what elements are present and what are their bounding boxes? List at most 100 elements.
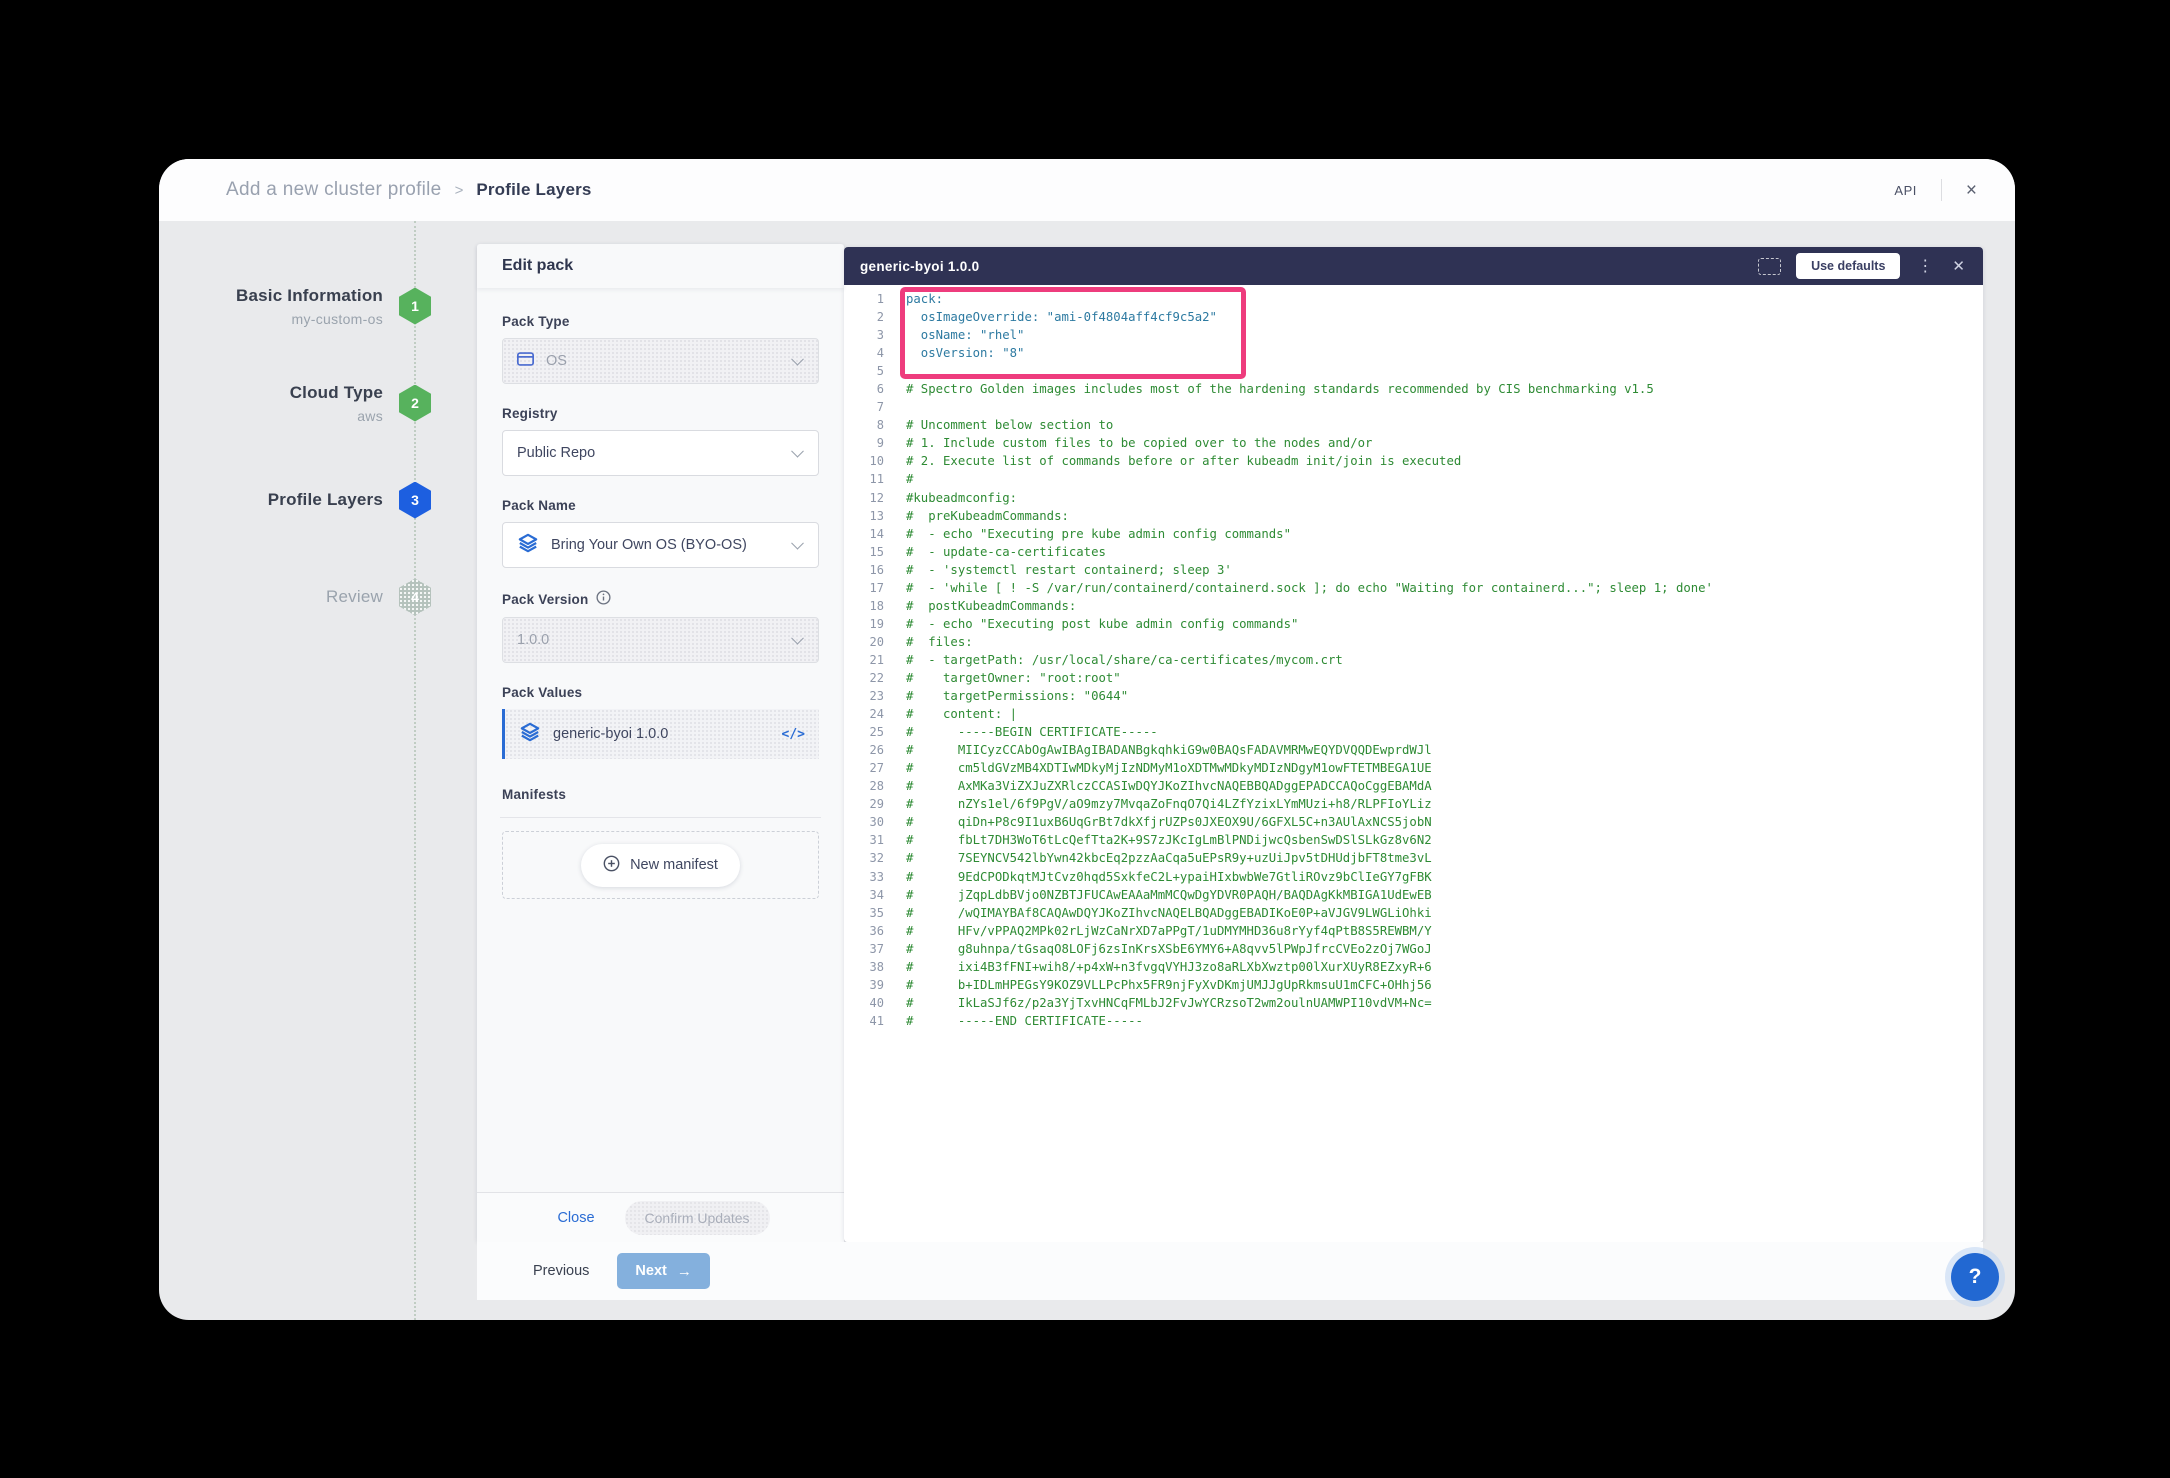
- line-number: 28: [844, 779, 884, 793]
- info-icon[interactable]: [596, 590, 611, 608]
- new-manifest-button[interactable]: New manifest: [581, 844, 740, 887]
- registry-value: Public Repo: [517, 445, 595, 461]
- edit-pack-title: Edit pack: [477, 244, 844, 288]
- line-number: 41: [844, 1014, 884, 1028]
- code-line: 27 # cm5ldGVzMB4XDTIwMDkyMjIzNDMyM1oXDTM…: [844, 759, 1983, 777]
- use-defaults-button[interactable]: Use defaults: [1796, 253, 1900, 279]
- app-window: Add a new cluster profile > Profile Laye…: [159, 159, 2015, 1320]
- stepper-step[interactable]: Profile Layers 3: [159, 476, 431, 524]
- code-line-text: # - 'systemctl restart containerd; sleep…: [906, 563, 1232, 577]
- code-line-text: # postKubeadmCommands:: [906, 599, 1076, 613]
- code-line-text: # 7SEYNCV542lbYwn42kbcEq2pzzAaCqa5uEPsR9…: [906, 851, 1432, 865]
- code-line-text: # b+IDLmHPEGsY9KOZ9VLLPcPhx5FR9njFyXvDKm…: [906, 978, 1432, 992]
- line-number: 22: [844, 671, 884, 685]
- code-line: 35 # /wQIMAYBAf8CAQAwDQYJKoZIhvcNAQELBQA…: [844, 904, 1983, 922]
- code-line: 4 osVersion: "8": [844, 344, 1983, 362]
- line-number: 34: [844, 888, 884, 902]
- line-number: 37: [844, 942, 884, 956]
- line-number: 19: [844, 617, 884, 631]
- pack-version-value: 1.0.0: [517, 632, 549, 648]
- code-line: 16 # - 'systemctl restart containerd; sl…: [844, 561, 1983, 579]
- line-number: 10: [844, 454, 884, 468]
- code-line-text: # Uncomment below section to: [906, 418, 1113, 432]
- registry-select[interactable]: Public Repo: [502, 430, 819, 476]
- line-number: 16: [844, 563, 884, 577]
- chevron-down-icon: [791, 632, 804, 645]
- editor-close-icon[interactable]: ✕: [1950, 257, 1967, 275]
- code-editor-icon[interactable]: </>: [782, 727, 805, 742]
- close-icon[interactable]: ×: [1966, 181, 1977, 200]
- code-line-text: # -----END CERTIFICATE-----: [906, 1014, 1143, 1028]
- page-title: Profile Layers: [476, 180, 591, 200]
- close-button[interactable]: Close: [551, 1209, 600, 1227]
- code-line: 26 # MIICyzCCAbOgAwIBAgIBADANBgkqhkiG9w0…: [844, 741, 1983, 759]
- step-label: Review: [326, 587, 383, 607]
- code-line-text: # fbLt7DH3WoT6tLcQefTta2K+9S7zJKcIgLmBlP…: [906, 833, 1432, 847]
- code-line: 18 # postKubeadmCommands:: [844, 597, 1983, 615]
- plus-circle-icon: [603, 855, 620, 876]
- manifests-divider: [500, 817, 821, 818]
- stepper-step[interactable]: Review 4: [159, 573, 431, 621]
- code-line-text: pack:: [906, 292, 943, 306]
- line-number: 4: [844, 346, 884, 360]
- code-line-text: # g8uhnpa/tGsaqO8LOFj6zsInKrsXSbE6YMY6+A…: [906, 942, 1432, 956]
- code-line: 34 # jZqpLdbBVjo0NZBTJFUCAwEAAaMmMCQwDgY…: [844, 886, 1983, 904]
- help-button[interactable]: ?: [1951, 1253, 1999, 1301]
- line-number: 31: [844, 833, 884, 847]
- step-labels: Profile Layers: [268, 490, 383, 510]
- code-line-text: # nZYs1el/6f9PgV/aO9mzy7MvqaZoFnqO7Qi4LZ…: [906, 797, 1432, 811]
- wizard-stepper: Basic Information my-custom-os 1 Cloud T…: [159, 282, 431, 670]
- code-editor-panel: generic-byoi 1.0.0 Use defaults ⋮ ✕ 1 pa…: [844, 247, 1983, 1242]
- code-line-text: #: [906, 472, 913, 486]
- breadcrumb-parent[interactable]: Add a new cluster profile: [226, 179, 442, 201]
- stepper-step[interactable]: Cloud Type aws 2: [159, 379, 431, 427]
- code-line-text: # cm5ldGVzMB4XDTIwMDkyMjIzNDMyM1oXDTMwMD…: [906, 761, 1432, 775]
- code-line-text: # files:: [906, 635, 973, 649]
- code-line: 3 osName: "rhel": [844, 326, 1983, 344]
- diff-view-icon[interactable]: [1758, 258, 1781, 275]
- chevron-down-icon: [791, 537, 804, 550]
- code-line: 32 # 7SEYNCV542lbYwn42kbcEq2pzzAaCqa5uEP…: [844, 849, 1983, 867]
- line-number: 32: [844, 851, 884, 865]
- previous-button[interactable]: Previous: [519, 1254, 603, 1288]
- pack-type-select[interactable]: OS: [502, 338, 819, 384]
- code-line: 33 # 9EdCPODkqtMJtCvz0hqd5SxkfeC2L+ypaiH…: [844, 868, 1983, 886]
- code-line: 31 # fbLt7DH3WoT6tLcQefTta2K+9S7zJKcIgLm…: [844, 831, 1983, 849]
- code-line: 37 # g8uhnpa/tGsaqO8LOFj6zsInKrsXSbE6YMY…: [844, 940, 1983, 958]
- code-line-text: # IkLaSJf6z/p2a3YjTxvHNCqFMLbJ2FvJwYCRzs…: [906, 996, 1432, 1010]
- confirm-updates-button[interactable]: Confirm Updates: [625, 1201, 770, 1235]
- code-line: 11 #: [844, 470, 1983, 488]
- pack-version-label-text: Pack Version: [502, 592, 588, 607]
- code-line: 24 # content: |: [844, 705, 1983, 723]
- line-number: 3: [844, 328, 884, 342]
- code-line: 9 # 1. Include custom files to be copied…: [844, 434, 1983, 452]
- code-line-text: # MIICyzCCAbOgAwIBAgIBADANBgkqhkiG9w0BAQ…: [906, 743, 1432, 757]
- stepper-step[interactable]: Basic Information my-custom-os 1: [159, 282, 431, 330]
- code-line: 6 # Spectro Golden images includes most …: [844, 380, 1983, 398]
- pack-name-select[interactable]: Bring Your Own OS (BYO-OS): [502, 522, 819, 568]
- api-link[interactable]: API: [1894, 183, 1916, 198]
- breadcrumb: Add a new cluster profile > Profile Laye…: [226, 159, 592, 221]
- kebab-menu-icon[interactable]: ⋮: [1915, 256, 1935, 276]
- code-line: 21 # - targetPath: /usr/local/share/ca-c…: [844, 651, 1983, 669]
- code-line-text: #kubeadmconfig:: [906, 491, 1017, 505]
- next-label: Next: [635, 1263, 666, 1279]
- code-area[interactable]: 1 pack: 2 osImageOverride: "ami-0f4804af…: [844, 285, 1983, 1242]
- os-window-icon: [517, 352, 534, 370]
- code-line-text: # 1. Include custom files to be copied o…: [906, 436, 1372, 450]
- code-line: 10 # 2. Execute list of commands before …: [844, 452, 1983, 470]
- code-line-text: # 2. Execute list of commands before or …: [906, 454, 1461, 468]
- pack-version-select[interactable]: 1.0.0: [502, 617, 819, 663]
- step-sublabel: my-custom-os: [236, 311, 383, 327]
- line-number: 7: [844, 400, 884, 414]
- code-line-text: # Spectro Golden images includes most of…: [906, 382, 1654, 396]
- code-line: 13 # preKubeadmCommands:: [844, 507, 1983, 525]
- next-button[interactable]: Next →: [617, 1253, 709, 1289]
- code-line-text: # 9EdCPODkqtMJtCvz0hqd5SxkfeC2L+ypaiHIxb…: [906, 870, 1432, 884]
- chevron-down-icon: [791, 353, 804, 366]
- pack-values-item[interactable]: generic-byoi 1.0.0 </>: [502, 709, 819, 759]
- code-line: 23 # targetPermissions: "0644": [844, 687, 1983, 705]
- page-header: Add a new cluster profile > Profile Laye…: [159, 159, 2015, 221]
- pack-values-label: Pack Values: [502, 685, 819, 700]
- code-line-text: osImageOverride: "ami-0f4804aff4cf9c5a2": [906, 310, 1217, 324]
